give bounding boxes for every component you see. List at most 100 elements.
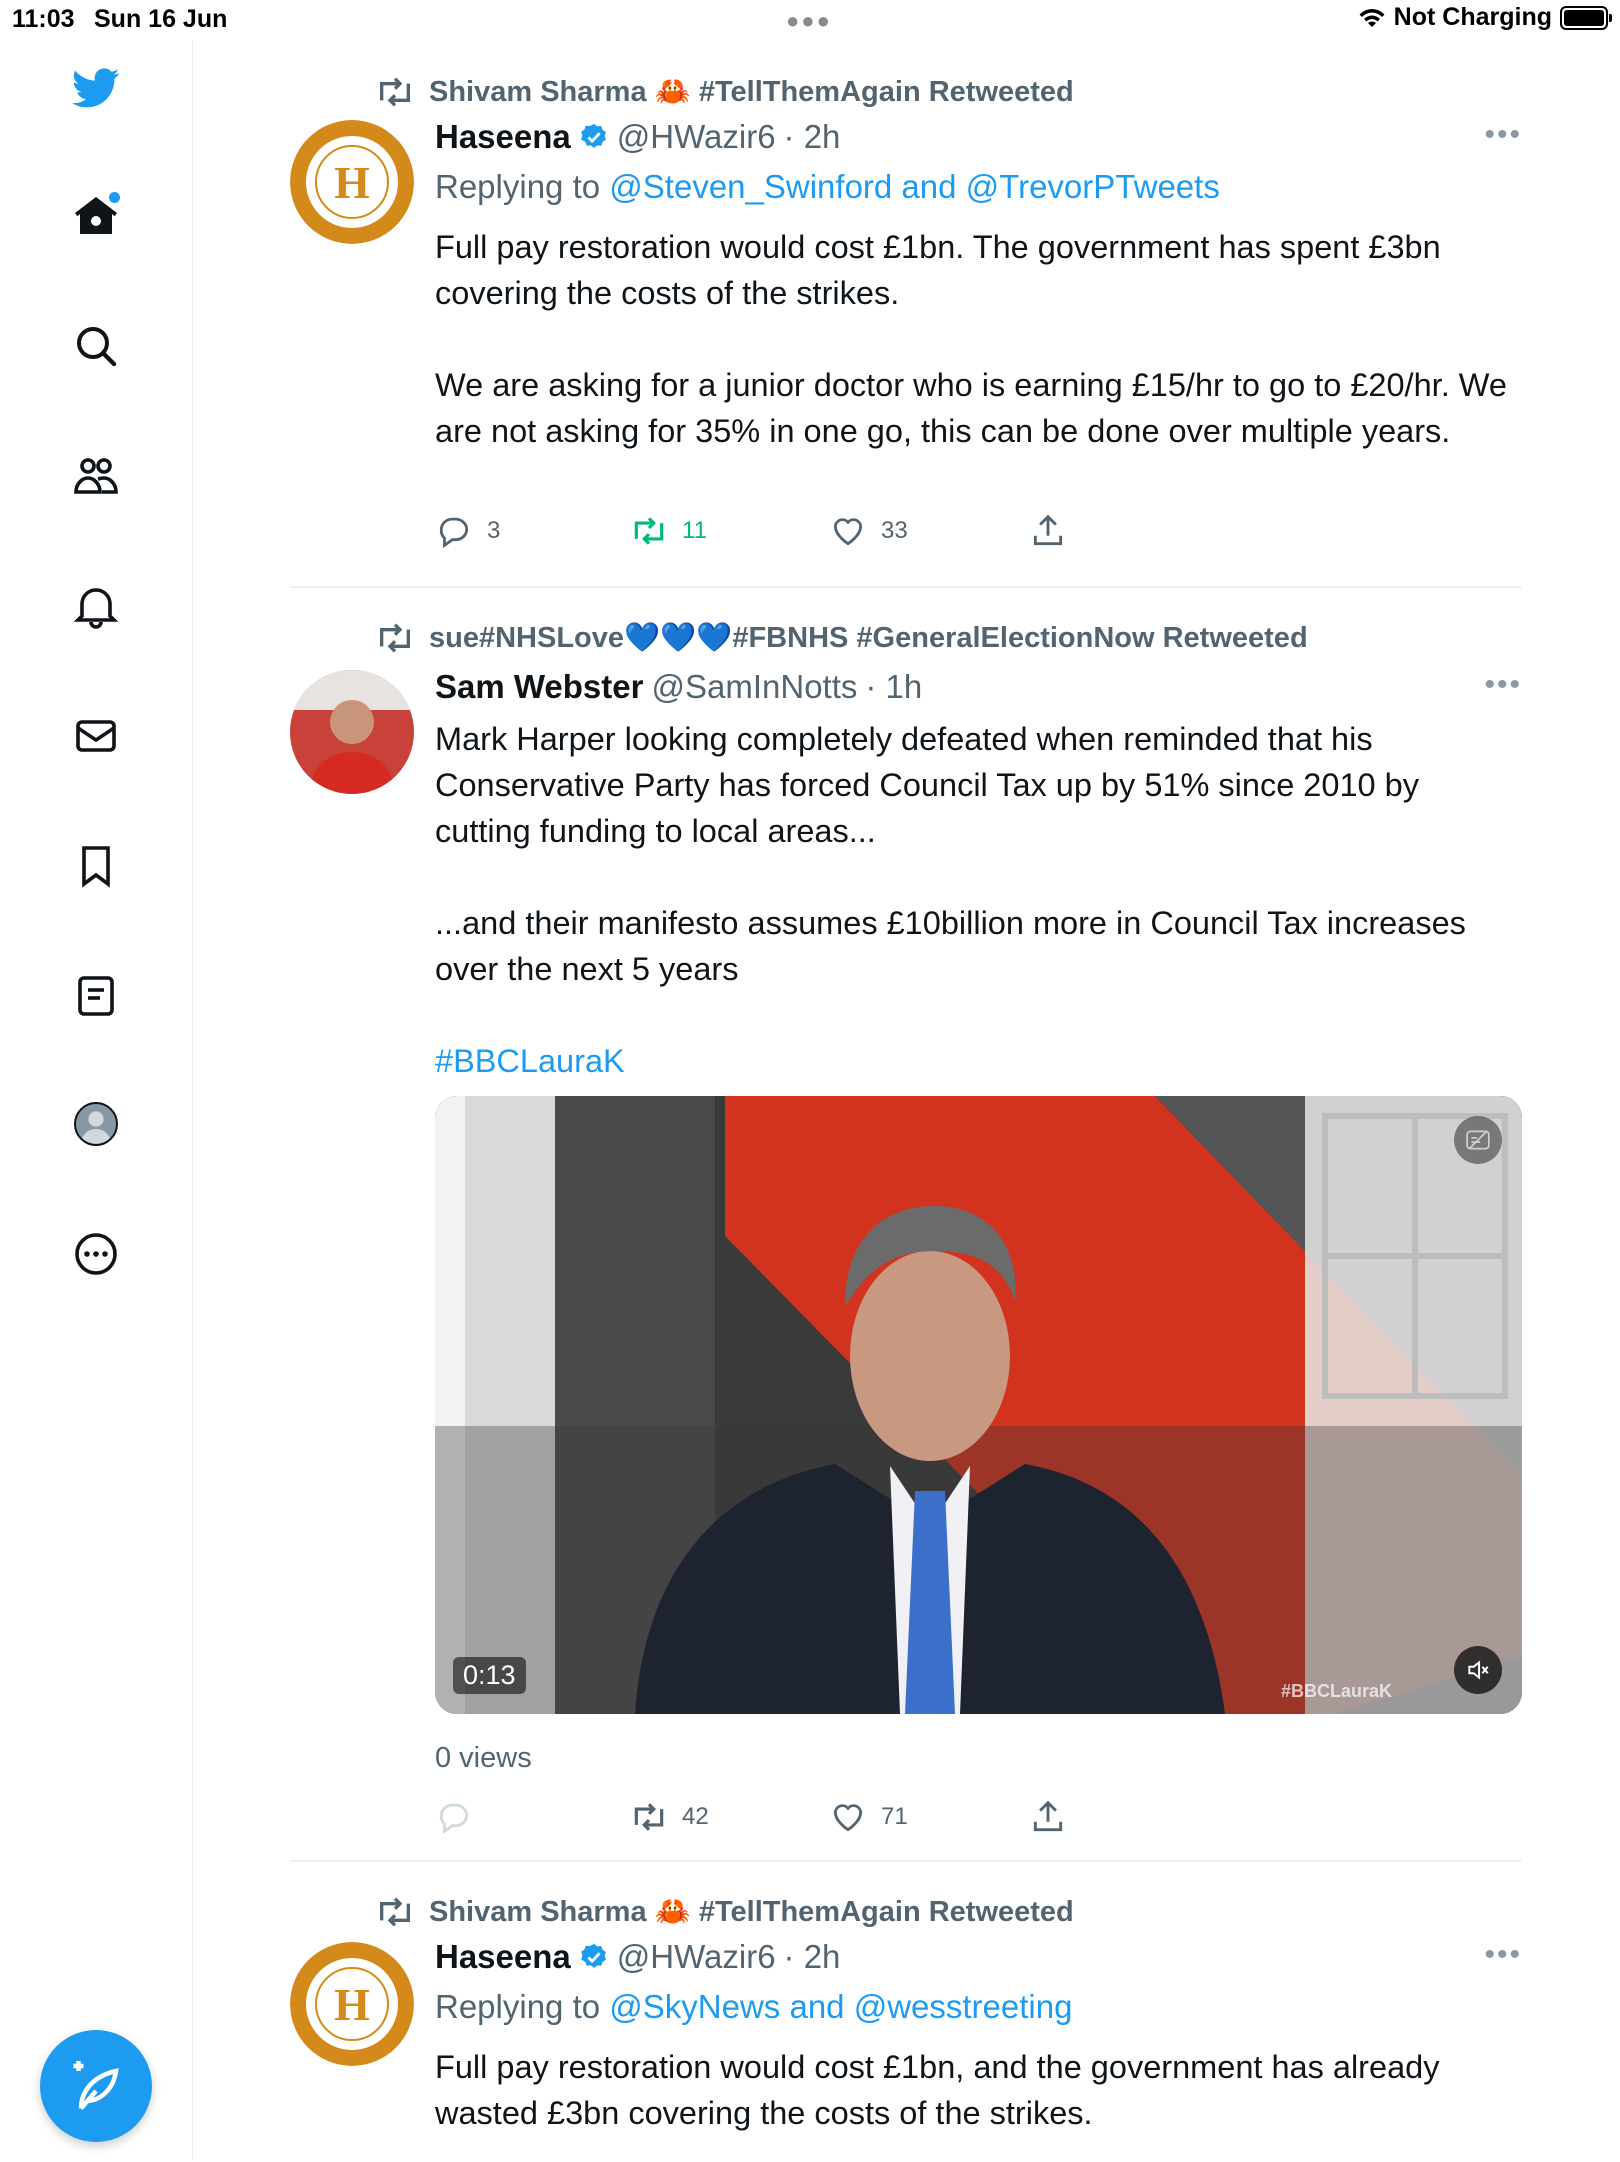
retweet-context[interactable]: Shivam Sharma 🦀 #TellThemAgain Retweeted xyxy=(375,1892,1074,1932)
display-name[interactable]: Haseena xyxy=(435,1938,571,1976)
timeline: Shivam Sharma 🦀 #TellThemAgain Retweeted… xyxy=(290,40,1522,2162)
tweet-time[interactable]: · 2h xyxy=(784,118,841,156)
tweet-header: Haseena @HWazir6 · 2h xyxy=(435,118,840,156)
charging-status: Not Charging xyxy=(1393,3,1552,31)
more-options-icon[interactable]: ••• xyxy=(1484,668,1522,702)
notification-dot xyxy=(109,192,120,203)
retweet-count: 11 xyxy=(682,517,707,544)
notifications-bell-icon[interactable] xyxy=(70,580,122,632)
tweet-actions: 42 71 xyxy=(435,1798,1135,1842)
handle[interactable]: @SamInNotts xyxy=(651,668,857,706)
messages-envelope-icon[interactable] xyxy=(70,710,122,762)
like-button[interactable]: 33 xyxy=(829,512,908,550)
tweet-header: Haseena @HWazir6 · 2h xyxy=(435,1938,840,1976)
share-icon xyxy=(1033,1800,1063,1832)
reply-count: 3 xyxy=(487,517,501,544)
video-watermark: #BBCLauraK xyxy=(1280,1681,1392,1701)
more-circle-icon[interactable] xyxy=(70,1228,122,1280)
retweet-button[interactable]: 42 xyxy=(630,1798,709,1836)
status-right: Not Charging xyxy=(1358,3,1612,32)
like-count: 71 xyxy=(881,1803,908,1830)
share-button[interactable] xyxy=(1029,1798,1067,1836)
retweet-icon xyxy=(380,77,410,107)
avatar[interactable]: H xyxy=(290,120,414,244)
home-icon[interactable] xyxy=(70,190,122,242)
bookmarks-icon[interactable] xyxy=(70,840,122,892)
retweeted-by-text: sue#NHSLove💙💙💙#FBNHS #GeneralElectionNow… xyxy=(429,622,1308,654)
svg-text:H: H xyxy=(334,1979,370,2030)
retweet-button[interactable]: 11 xyxy=(630,512,707,550)
reply-icon xyxy=(439,1803,469,1834)
search-icon[interactable] xyxy=(70,320,122,372)
retweet-icon xyxy=(380,1897,410,1927)
status-bar: 11:03 Sun 16 Jun ●●● Not Charging xyxy=(0,0,1620,40)
tweet-time[interactable]: · 2h xyxy=(784,1938,841,1976)
tweet-actions: 3 11 33 xyxy=(435,512,1135,556)
tweet-time[interactable]: · 1h xyxy=(865,668,922,706)
replying-label: Replying to xyxy=(435,1988,601,2025)
profile-avatar-icon[interactable] xyxy=(70,1098,122,1150)
more-options-icon[interactable]: ••• xyxy=(1484,118,1522,152)
retweet-icon xyxy=(634,517,664,545)
retweet-count: 42 xyxy=(682,1803,709,1830)
status-date: Sun 16 Jun xyxy=(94,5,228,33)
communities-icon[interactable] xyxy=(70,450,122,502)
verified-badge-icon xyxy=(580,123,606,148)
tweet-paragraph: Mark Harper looking completely defeated … xyxy=(435,721,1419,849)
mute-toggle-icon[interactable] xyxy=(1454,1646,1502,1694)
twitter-logo-icon[interactable] xyxy=(70,62,122,114)
tweet-text: Full pay restoration would cost £1bn. Th… xyxy=(435,224,1520,454)
captions-toggle-icon[interactable] xyxy=(1454,1116,1502,1164)
multitasking-dots-icon[interactable]: ●●● xyxy=(786,8,832,34)
tweet-3[interactable]: Shivam Sharma 🦀 #TellThemAgain Retweeted… xyxy=(290,1862,1522,2162)
retweet-icon xyxy=(634,1803,664,1831)
share-button[interactable] xyxy=(1029,512,1067,550)
replying-to: Replying to @Steven_Swinford and @Trevor… xyxy=(435,168,1220,206)
tweet-header: Sam Webster @SamInNotts · 1h xyxy=(435,668,922,706)
reply-icon xyxy=(439,517,469,548)
replying-label: Replying to xyxy=(435,168,601,205)
heart-icon xyxy=(833,518,863,546)
hashtag-link[interactable]: #BBCLauraK xyxy=(435,1038,1520,1084)
tweet-paragraph: Full pay restoration would cost £1bn, an… xyxy=(435,2049,1440,2131)
display-name[interactable]: Sam Webster xyxy=(435,668,643,706)
verified-badge-icon xyxy=(580,1943,606,1968)
replying-to-users[interactable]: @SkyNews and @wesstreeting xyxy=(609,1988,1072,2025)
handle[interactable]: @HWazir6 xyxy=(617,118,776,156)
retweet-icon xyxy=(380,623,410,653)
replying-to-users[interactable]: @Steven_Swinford and @TrevorPTweets xyxy=(609,168,1220,205)
status-time: 11:03 xyxy=(12,5,75,33)
video-frame-image xyxy=(435,1096,1522,1714)
tweet-text: Full pay restoration would cost £1bn, an… xyxy=(435,2044,1520,2136)
retweeted-by-text: Shivam Sharma 🦀 #TellThemAgain Retweeted xyxy=(429,1896,1074,1928)
display-name[interactable]: Haseena xyxy=(435,118,571,156)
tweet-paragraph: We are asking for a junior doctor who is… xyxy=(435,367,1507,449)
svg-text:H: H xyxy=(334,157,370,208)
retweet-context[interactable]: sue#NHSLove💙💙💙#FBNHS #GeneralElectionNow… xyxy=(375,618,1308,658)
tweet-1[interactable]: Shivam Sharma 🦀 #TellThemAgain Retweeted… xyxy=(290,40,1522,586)
battery-icon xyxy=(1560,5,1612,30)
lists-icon[interactable] xyxy=(70,970,122,1022)
like-button[interactable]: 71 xyxy=(829,1798,908,1836)
retweet-context[interactable]: Shivam Sharma 🦀 #TellThemAgain Retweeted xyxy=(375,72,1074,112)
video-player[interactable]: #BBCLauraK 0:13 xyxy=(435,1096,1522,1714)
video-views: 0 views xyxy=(435,1742,532,1774)
replying-to: Replying to @SkyNews and @wesstreeting xyxy=(435,1988,1072,2026)
heart-icon xyxy=(833,1804,863,1832)
reply-button[interactable] xyxy=(435,1798,487,1836)
tweet-paragraph: Full pay restoration would cost £1bn. Th… xyxy=(435,229,1441,311)
reply-button[interactable]: 3 xyxy=(435,512,500,550)
compose-tweet-button[interactable] xyxy=(40,2030,152,2142)
video-duration: 0:13 xyxy=(453,1657,526,1694)
tweet-2[interactable]: sue#NHSLove💙💙💙#FBNHS #GeneralElectionNow… xyxy=(290,588,1522,1860)
share-icon xyxy=(1033,514,1063,546)
handle[interactable]: @HWazir6 xyxy=(617,1938,776,1976)
avatar[interactable] xyxy=(290,670,414,794)
sidebar xyxy=(0,40,193,2160)
tweet-text: Mark Harper looking completely defeated … xyxy=(435,716,1520,1084)
avatar[interactable]: H xyxy=(290,1942,414,2066)
retweeted-by-text: Shivam Sharma 🦀 #TellThemAgain Retweeted xyxy=(429,76,1074,108)
compose-feather-icon xyxy=(73,2061,119,2110)
more-options-icon[interactable]: ••• xyxy=(1484,1938,1522,1972)
wifi-icon xyxy=(1359,8,1385,27)
